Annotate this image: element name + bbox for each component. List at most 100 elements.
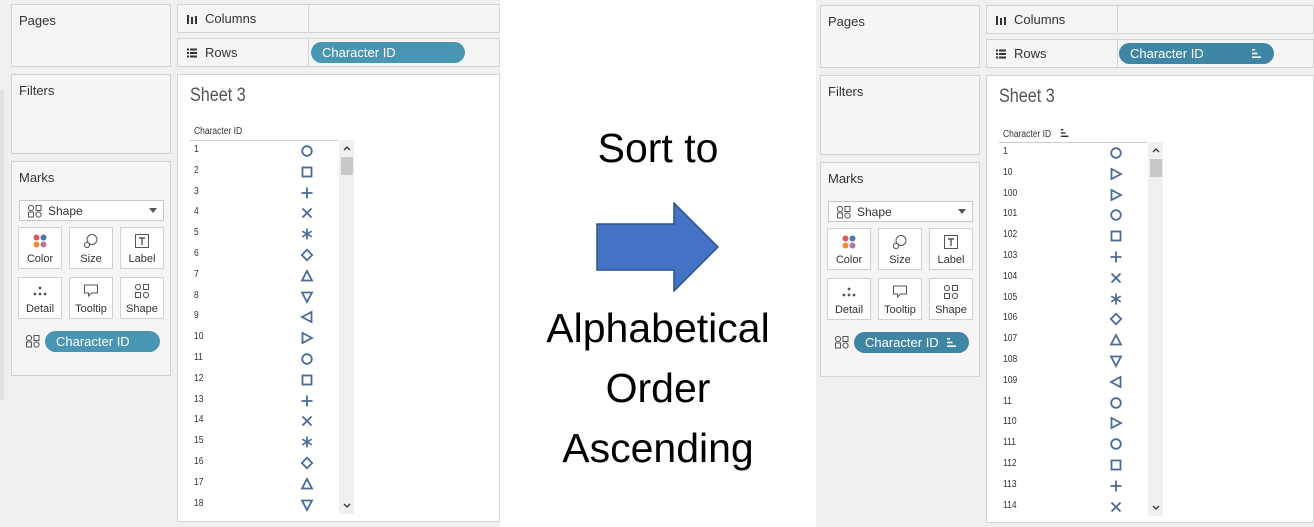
circle-icon[interactable] — [300, 352, 314, 366]
list-item[interactable]: 100 — [999, 185, 1147, 206]
asterisk-icon[interactable] — [300, 435, 314, 449]
color-button[interactable]: Color — [18, 227, 62, 269]
square-icon[interactable] — [1109, 229, 1123, 243]
marks-character-id-pill[interactable]: Character ID — [854, 332, 969, 353]
chevron-up-icon[interactable] — [1151, 145, 1161, 155]
cross-icon[interactable] — [300, 206, 314, 220]
triangle-down-icon[interactable] — [1109, 354, 1123, 368]
triangle-right-icon[interactable] — [1109, 416, 1123, 430]
list-item[interactable]: 11 — [190, 349, 338, 370]
list-item[interactable]: 12 — [190, 370, 338, 391]
triangle-up-icon[interactable] — [300, 476, 314, 491]
list-item[interactable]: 7 — [190, 266, 338, 287]
list-item[interactable]: 10 — [999, 164, 1147, 185]
list-item[interactable]: 106 — [999, 309, 1147, 330]
square-icon[interactable] — [1109, 458, 1123, 472]
triangle-down-icon[interactable] — [300, 290, 314, 304]
pages-card[interactable]: Pages — [11, 4, 171, 67]
rows-character-id-pill[interactable]: Character ID — [1119, 43, 1274, 64]
triangle-right-icon[interactable] — [1109, 188, 1123, 202]
square-icon[interactable] — [300, 165, 314, 179]
list-item[interactable]: 2 — [190, 162, 338, 183]
list-item[interactable]: 1 — [190, 141, 338, 162]
sort-ascending-icon[interactable] — [1060, 128, 1069, 138]
tooltip-button[interactable]: Tooltip — [69, 277, 113, 319]
list-item[interactable]: 102 — [999, 226, 1147, 247]
list-item[interactable]: 14 — [190, 411, 338, 432]
rows-shelf[interactable]: Rows Character ID — [177, 38, 500, 67]
pages-card[interactable]: Pages — [820, 5, 980, 68]
cross-icon[interactable] — [1109, 500, 1123, 514]
list-item[interactable]: 4 — [190, 203, 338, 224]
list-item[interactable]: 11 — [999, 393, 1147, 414]
size-button[interactable]: Size — [878, 228, 922, 270]
list-item[interactable]: 17 — [190, 474, 338, 495]
list-item[interactable]: 109 — [999, 372, 1147, 393]
color-button[interactable]: Color — [827, 228, 871, 270]
circle-icon[interactable] — [300, 144, 314, 158]
mark-type-dropdown[interactable]: Shape — [19, 200, 164, 221]
shape-button[interactable]: Shape — [120, 277, 164, 319]
list-item[interactable]: 113 — [999, 476, 1147, 497]
scroll-thumb[interactable] — [341, 157, 353, 175]
list-item[interactable]: 111 — [999, 434, 1147, 455]
triangle-up-icon[interactable] — [1109, 333, 1123, 347]
circle-icon[interactable] — [1109, 146, 1123, 160]
cross-icon[interactable] — [1109, 271, 1123, 285]
asterisk-icon[interactable] — [1109, 292, 1123, 306]
triangle-left-icon[interactable] — [300, 310, 314, 324]
list-item[interactable]: 1 — [999, 143, 1147, 164]
columns-shelf[interactable]: Columns — [986, 5, 1314, 34]
list-item[interactable]: 112 — [999, 455, 1147, 476]
list-item[interactable]: 103 — [999, 247, 1147, 268]
list-item[interactable]: 10 — [190, 328, 338, 349]
list-item[interactable]: 8 — [190, 287, 338, 308]
list-item[interactable]: 9 — [190, 307, 338, 328]
list-item[interactable]: 18 — [190, 495, 338, 516]
plus-icon[interactable] — [1109, 479, 1123, 493]
square-icon[interactable] — [300, 373, 314, 387]
circle-icon[interactable] — [1109, 396, 1123, 410]
list-item[interactable]: 3 — [190, 183, 338, 204]
detail-button[interactable]: Detail — [827, 278, 871, 320]
shape-button[interactable]: Shape — [929, 278, 973, 320]
tooltip-button[interactable]: Tooltip — [878, 278, 922, 320]
list-item[interactable]: 15 — [190, 432, 338, 453]
triangle-left-icon[interactable] — [1109, 375, 1123, 389]
label-button[interactable]: Label — [120, 227, 164, 269]
circle-icon[interactable] — [1109, 437, 1123, 451]
columns-shelf[interactable]: Columns — [177, 4, 500, 33]
list-item[interactable]: 13 — [190, 391, 338, 412]
diamond-icon[interactable] — [1109, 312, 1123, 326]
list-item[interactable]: 108 — [999, 351, 1147, 372]
triangle-down-icon[interactable] — [300, 498, 314, 512]
chevron-down-icon[interactable] — [342, 501, 352, 511]
cross-icon[interactable] — [300, 414, 314, 428]
list-item[interactable]: 107 — [999, 330, 1147, 351]
mark-type-dropdown[interactable]: Shape — [828, 201, 973, 222]
list-item[interactable]: 110 — [999, 413, 1147, 434]
triangle-right-icon[interactable] — [300, 331, 314, 345]
diamond-icon[interactable] — [300, 456, 314, 470]
triangle-up-icon[interactable] — [300, 268, 314, 283]
marks-character-id-pill[interactable]: Character ID — [45, 331, 160, 352]
rows-character-id-pill[interactable]: Character ID — [311, 42, 465, 63]
list-item[interactable]: 16 — [190, 453, 338, 474]
scroll-thumb[interactable] — [1150, 159, 1162, 177]
list-item[interactable]: 101 — [999, 205, 1147, 226]
plus-icon[interactable] — [300, 186, 314, 200]
triangle-right-icon[interactable] — [1109, 167, 1123, 181]
vertical-scrollbar[interactable] — [339, 140, 354, 514]
filters-card[interactable]: Filters — [820, 75, 980, 155]
diamond-icon[interactable] — [300, 248, 314, 262]
detail-button[interactable]: Detail — [18, 277, 62, 319]
vertical-scrollbar[interactable] — [1148, 142, 1163, 516]
label-button[interactable]: Label — [929, 228, 973, 270]
list-item[interactable]: 5 — [190, 224, 338, 245]
filters-card[interactable]: Filters — [11, 74, 171, 154]
list-item[interactable]: 104 — [999, 268, 1147, 289]
plus-icon[interactable] — [300, 394, 314, 408]
rows-shelf[interactable]: Rows Character ID — [986, 39, 1314, 68]
list-item[interactable]: 114 — [999, 497, 1147, 518]
list-item[interactable]: 6 — [190, 245, 338, 266]
